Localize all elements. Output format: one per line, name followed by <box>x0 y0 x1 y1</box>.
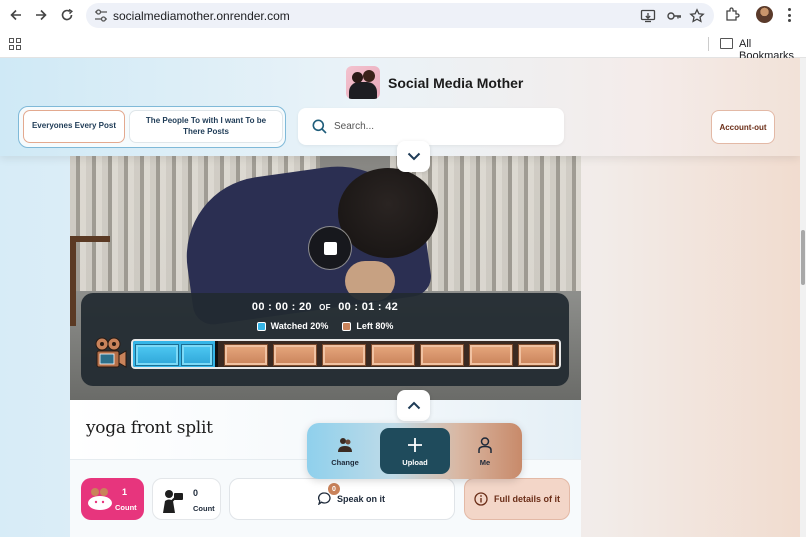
film-frame-left <box>322 344 366 366</box>
profile-avatar[interactable] <box>756 6 773 23</box>
change-button[interactable]: Change <box>315 423 375 479</box>
legend-left: Left 80% <box>342 321 393 331</box>
upload-label: Upload <box>402 457 428 467</box>
stop-icon <box>323 241 337 255</box>
apps-grid-icon[interactable] <box>9 38 21 50</box>
elapsed-time: 00 : 00 : 20 <box>251 301 312 313</box>
expand-player-button[interactable] <box>397 390 430 421</box>
video-player[interactable]: 00 : 00 : 20 OF 00 : 01 : 42 Watched 20%… <box>70 156 581 400</box>
search-input[interactable] <box>334 118 544 135</box>
bookmarks-divider <box>708 37 709 51</box>
folder-icon[interactable] <box>720 38 733 49</box>
stop-button[interactable] <box>308 226 352 270</box>
address-bar[interactable]: socialmediamother.onrender.com <box>86 3 714 28</box>
change-label: Change <box>331 457 359 467</box>
reload-icon[interactable] <box>57 5 77 25</box>
film-frame-left <box>420 344 464 366</box>
install-app-icon[interactable] <box>640 8 656 24</box>
post-card: 00 : 00 : 20 OF 00 : 01 : 42 Watched 20%… <box>70 156 581 537</box>
of-label: OF <box>319 303 331 312</box>
speak-label: Speak on it <box>337 493 386 504</box>
view-count-label: Count <box>193 504 215 513</box>
post-title: yoga front split <box>86 418 213 438</box>
left-swatch <box>342 321 352 331</box>
extensions-puzzle-icon[interactable] <box>724 7 740 23</box>
details-label: Full details of it <box>493 494 560 504</box>
film-frame-left <box>371 344 415 366</box>
account-out-button[interactable]: Account-out <box>711 110 775 144</box>
playback-time: 00 : 00 : 20 OF 00 : 01 : 42 <box>81 301 569 313</box>
film-frame-watched <box>181 344 213 366</box>
plus-icon <box>408 437 422 452</box>
site-logo[interactable] <box>346 66 380 99</box>
me-button[interactable]: Me <box>455 423 515 479</box>
me-label: Me <box>479 457 491 467</box>
password-key-icon[interactable] <box>666 8 682 24</box>
page-scrollbar[interactable] <box>800 58 806 537</box>
scrollbar-thumb[interactable] <box>801 230 805 285</box>
bookmark-star-icon[interactable] <box>689 8 705 24</box>
comment-bubble-icon <box>318 492 331 505</box>
collapse-header-button[interactable] <box>397 141 430 172</box>
site-title: Social Media Mother <box>388 75 524 91</box>
legend-watched: Watched 20% <box>256 321 328 331</box>
browser-toolbar: socialmediamother.onrender.com <box>0 0 806 30</box>
total-time: 00 : 01 : 42 <box>338 301 399 313</box>
watched-swatch <box>256 321 266 331</box>
url-text: socialmediamother.onrender.com <box>113 9 290 23</box>
chevron-down-icon <box>407 152 420 161</box>
view-count-button[interactable]: 0 Count <box>152 478 221 520</box>
page-content: Social Media Mother Everyones Every Post… <box>0 58 800 537</box>
tab-followed-people-posts[interactable]: The People To with I want To be There Po… <box>129 110 283 143</box>
playback-panel: 00 : 00 : 20 OF 00 : 01 : 42 Watched 20%… <box>81 293 569 386</box>
like-count: 1 <box>122 487 128 497</box>
feed-tab-group: Everyones Every Post The People To with … <box>18 106 286 148</box>
back-arrow-icon[interactable] <box>6 5 26 25</box>
info-icon <box>474 492 488 506</box>
bookmarks-bar: All Bookmarks <box>0 30 806 62</box>
speak-on-it-button[interactable]: 0 Speak on it <box>229 478 455 520</box>
like-count-label: Count <box>115 503 137 512</box>
film-frame-left <box>518 344 556 366</box>
view-count: 0 <box>193 488 199 498</box>
change-icon <box>338 437 352 452</box>
search-box <box>298 108 564 145</box>
forward-arrow-icon[interactable] <box>31 5 51 25</box>
film-frame-left <box>273 344 317 366</box>
like-count-button[interactable]: 1 Count <box>81 478 144 520</box>
site-info-icon[interactable] <box>94 9 108 22</box>
family-icon <box>88 488 112 510</box>
watch-progress-bar[interactable] <box>131 339 561 369</box>
search-icon <box>312 119 327 134</box>
user-icon <box>478 436 492 453</box>
viewer-icon <box>163 490 183 513</box>
tab-everyones-every-post[interactable]: Everyones Every Post <box>23 110 125 143</box>
film-frame-left <box>224 344 268 366</box>
film-frame-left <box>469 344 513 366</box>
full-details-button[interactable]: Full details of it <box>464 478 570 520</box>
film-projector-icon <box>95 337 127 368</box>
upload-button[interactable]: Upload <box>380 428 450 474</box>
progress-legend: Watched 20% Left 80% <box>81 321 569 331</box>
floating-action-bar: Change Upload Me <box>307 423 522 479</box>
browser-menu-icon[interactable] <box>784 6 794 24</box>
film-frame-watched <box>135 344 179 366</box>
chevron-up-icon <box>407 401 420 410</box>
